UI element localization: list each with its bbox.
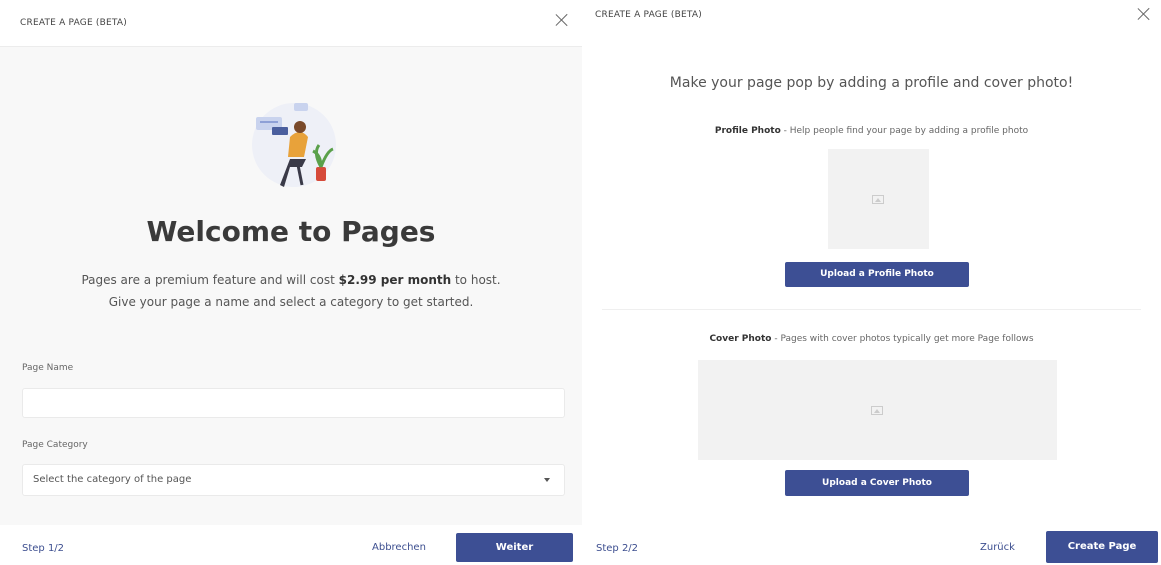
cover-photo-headline: Make your page pop by adding a profile a… [669,75,1074,91]
create-page-dialog-step2: CREATE A PAGE (BETA) Make your page pop … [582,0,1161,565]
select-value: Select the category of the page [33,474,192,485]
upload-profile-photo-button[interactable]: Upload a Profile Photo [785,262,969,287]
page-category-label: Page Category [22,440,88,450]
dialog-body: Welcome to Pages Pages are a premium fea… [0,47,582,525]
profile-photo-hint: Profile Photo - Help people find your pa… [582,126,1161,136]
back-button[interactable]: Zurück [980,542,1015,553]
step-indicator: Step 1/2 [22,543,65,554]
close-icon[interactable] [1134,4,1154,24]
close-icon[interactable] [552,10,572,30]
cancel-button[interactable]: Abbrechen [372,542,426,553]
step-indicator: Step 2/2 [596,543,639,554]
dialog-header: CREATE A PAGE (BETA) [0,0,582,47]
dialog-footer: Step 1/2 Abbrechen Weiter [0,525,582,565]
cover-photo-hint: Cover Photo - Pages with cover photos ty… [582,334,1161,344]
welcome-description: Pages are a premium feature and will cos… [0,269,582,313]
page-name-input[interactable] [22,388,565,418]
cover-photo-label: Cover Photo [709,334,772,344]
price-text: $2.99 per month [338,273,452,287]
desc-text-end: to host. [451,273,501,287]
dialog-title: CREATE A PAGE (BETA) [595,10,702,20]
profile-photo-label: Profile Photo [714,126,781,136]
dialog-title: CREATE A PAGE (BETA) [20,18,127,28]
dialog-header: CREATE A PAGE (BETA) [582,0,1161,46]
cover-photo-placeholder [698,360,1057,460]
caret-down-icon [544,478,550,482]
page-name-label: Page Name [22,363,74,373]
page-category-select[interactable]: Select the category of the page [22,464,565,496]
image-icon [871,406,883,415]
section-divider [602,309,1141,310]
profile-photo-desc: - Help people find your page by adding a… [780,126,1029,136]
next-button[interactable]: Weiter [456,533,573,562]
desc-line-2: Give your page a name and select a categ… [108,295,474,309]
profile-photo-placeholder [828,149,929,249]
welcome-title: Welcome to Pages [146,215,436,248]
dialog-footer: Step 2/2 Zurück Create Page [582,525,1161,565]
create-page-dialog-step1: CREATE A PAGE (BETA) Welcome to Pages Pa… [0,0,582,565]
cover-photo-desc: - Pages with cover photos typically get … [771,334,1034,344]
upload-cover-photo-button[interactable]: Upload a Cover Photo [785,470,969,496]
image-icon [872,195,884,204]
desc-text: Pages are a premium feature and will cos… [81,273,339,287]
welcome-illustration [252,103,336,187]
create-page-button[interactable]: Create Page [1046,531,1158,563]
